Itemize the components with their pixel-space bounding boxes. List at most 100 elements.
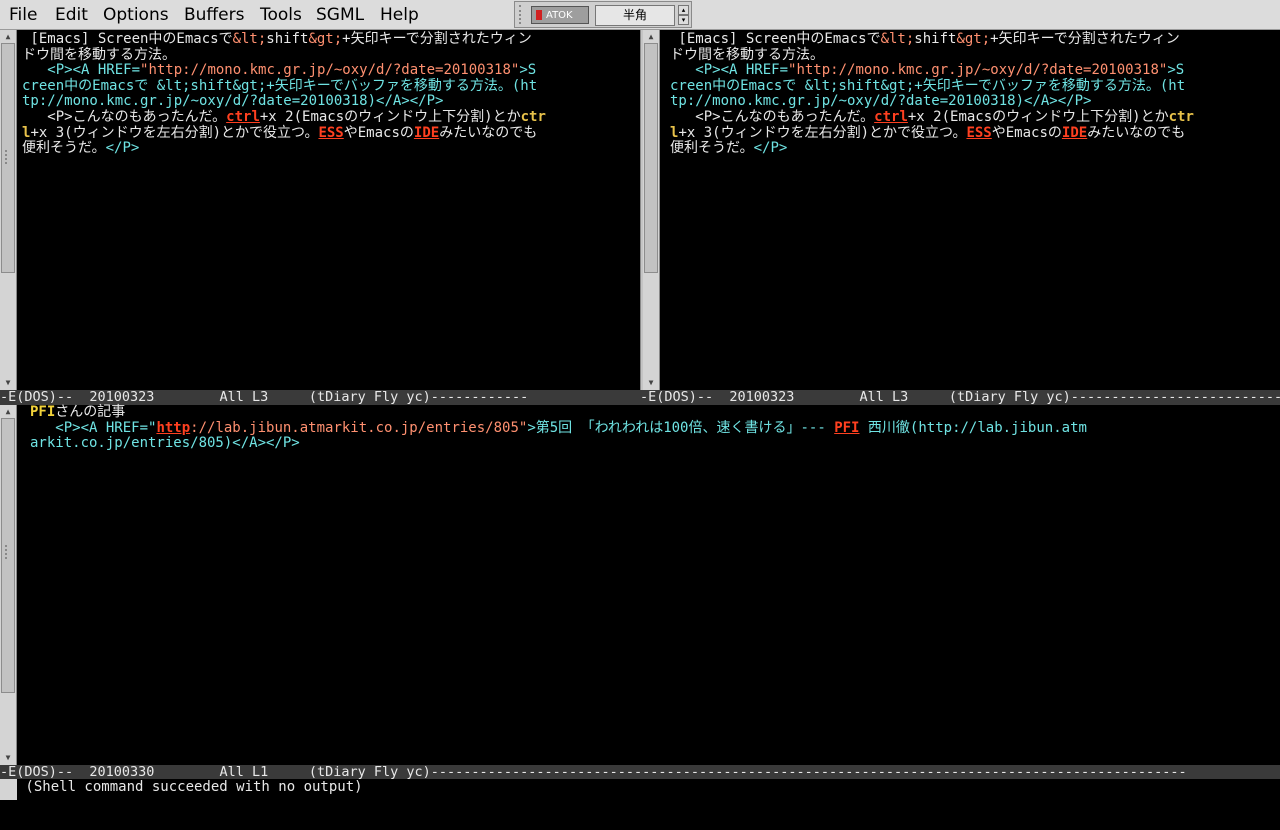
buffer-line: 便利そうだ。</P>	[22, 140, 627, 157]
text-run: <P><A HREF="	[30, 419, 157, 436]
text-run: 便利そうだ。	[670, 140, 754, 157]
menu-buffers[interactable]: Buffers	[184, 5, 244, 25]
text-run: ://lab.jibun.atmarkit.co.jp/entries/805"	[190, 419, 528, 436]
input-mode-button[interactable]: 半角	[595, 5, 675, 26]
buffer-line: tp://mono.kmc.gr.jp/~oxy/d/?date=2010031…	[22, 94, 627, 110]
text-run: <P>こんなのもあったんだ。	[670, 108, 875, 125]
menu-edit[interactable]: Edit	[55, 5, 88, 25]
text-run: +x 2(Emacsのウィンドウ上下分割)とか	[907, 108, 1169, 125]
top-left-buffer-text[interactable]: [Emacs] Screen中のEmacsで&lt;shift&gt;+矢印キー…	[22, 31, 627, 157]
text-run: ctrl	[226, 108, 260, 125]
text-run: +x 2(Emacsのウィンドウ上下分割)とか	[259, 108, 521, 125]
buffer-line: l+x 3(ウィンドウを左右分割)とかで役立つ。ESSやEmacsのIDEみたい…	[22, 124, 627, 142]
top-right-modeline: -E(DOS)-- 20100323 All L3 (tDiary Fly yc…	[640, 390, 1280, 405]
text-run	[22, 62, 47, 78]
buffer-line: ドウ間を移動する方法。	[22, 47, 627, 64]
top-right-scrollbar[interactable]: ▲ ▼	[643, 30, 660, 390]
atok-button[interactable]: ATOK	[531, 6, 589, 24]
menu-sgml[interactable]: SGML	[316, 5, 364, 25]
text-run: 便利そうだ。	[22, 140, 106, 157]
text-run: <P>こんなのもあったんだ。	[22, 108, 227, 125]
text-run: PFI	[834, 419, 860, 436]
text-run: >第5回 「われわれは100倍、速く書ける」---	[527, 419, 835, 436]
input-method-panel: ATOK 半角 ▴ ▾	[514, 1, 692, 28]
scrollbar-thumb[interactable]	[644, 43, 658, 273]
atok-logo-icon	[536, 10, 542, 20]
text-run: >S	[1167, 62, 1185, 79]
text-run: さんの記事	[55, 404, 126, 420]
text-run: tp://mono.kmc.gr.jp/~oxy/d/?date=2010031…	[670, 93, 1025, 110]
text-run: ctr	[1168, 108, 1194, 125]
text-run: やEmacsの	[991, 124, 1062, 141]
text-run: やEmacsの	[343, 124, 414, 141]
menu-bar: File Edit Options Buffers Tools SGML Hel…	[0, 0, 1280, 30]
menu-help[interactable]: Help	[380, 5, 419, 25]
bottom-modeline: -E(DOS)-- 20100330 All L1 (tDiary Fly yc…	[0, 765, 1280, 780]
menu-options[interactable]: Options	[103, 5, 169, 25]
scroll-down-icon[interactable]: ▼	[0, 751, 16, 764]
scroll-up-icon[interactable]: ▲	[0, 405, 16, 418]
buffer-line: arkit.co.jp/entries/805)</A></P>	[30, 435, 1270, 452]
buffer-line: PFIさんの記事	[30, 404, 1270, 421]
buffer-line: <P>こんなのもあったんだ。ctrl+x 2(Emacsのウィンドウ上下分割)と…	[22, 108, 627, 126]
buffer-line: <P>こんなのもあったんだ。ctrl+x 2(Emacsのウィンドウ上下分割)と…	[670, 108, 1270, 126]
buffer-line: tp://mono.kmc.gr.jp/~oxy/d/?date=2010031…	[670, 94, 1270, 110]
buffer-line: creen中のEmacsで &lt;shift&gt;+矢印キーでバッファを移動…	[670, 78, 1270, 95]
buffer-line: 便利そうだ。</P>	[670, 140, 1270, 157]
drag-handle-icon[interactable]	[519, 5, 527, 24]
minibuffer-scrollbar	[0, 779, 17, 800]
minibuffer-message: (Shell command succeeded with no output)	[17, 779, 363, 795]
scroll-down-icon[interactable]: ▼	[643, 376, 659, 389]
text-run: creen中のEmacsで &lt;shift&gt;+矢印キーでバッファを移動…	[22, 77, 538, 94]
text-run: <P><A HREF=	[47, 62, 141, 79]
text-run: </A></P>	[376, 93, 444, 110]
top-right-buffer-text[interactable]: [Emacs] Screen中のEmacsで&lt;shift&gt;+矢印キー…	[670, 31, 1270, 157]
chevron-down-icon[interactable]: ▾	[678, 15, 689, 25]
text-run: >S	[519, 62, 537, 79]
bottom-scrollbar[interactable]: ▲ ▼	[0, 405, 17, 765]
scroll-up-icon[interactable]: ▲	[643, 30, 659, 43]
text-run: ドウ間を移動する方法。	[670, 46, 824, 63]
text-run: </P>	[105, 140, 140, 157]
menu-tools[interactable]: Tools	[260, 5, 302, 25]
bottom-buffer-text[interactable]: PFIさんの記事 <P><A HREF="http://lab.jibun.at…	[30, 404, 1270, 452]
top-left-window[interactable]: ▲ ▼ [Emacs] Screen中のEmacsで&lt;shift&gt;+…	[0, 30, 640, 390]
text-run: ctrl	[874, 108, 908, 125]
scroll-up-icon[interactable]: ▲	[0, 30, 16, 43]
text-run: shift	[914, 31, 957, 47]
text-run: </P>	[753, 140, 788, 157]
text-run: </A></P>	[1024, 93, 1092, 110]
top-left-scrollbar[interactable]: ▲ ▼	[0, 30, 17, 390]
buffer-line: creen中のEmacsで &lt;shift&gt;+矢印キーでバッファを移動…	[22, 77, 627, 95]
buffer-line: [Emacs] Screen中のEmacsで&lt;shift&gt;+矢印キー…	[22, 31, 627, 48]
scroll-down-icon[interactable]: ▼	[0, 376, 16, 389]
text-run: PFI	[30, 404, 56, 420]
text-run: shift	[266, 31, 309, 47]
bottom-window[interactable]: ▲ ▼ PFIさんの記事 <P><A HREF="http://lab.jibu…	[0, 404, 1280, 765]
top-right-window[interactable]: ▲ ▼ [Emacs] Screen中のEmacsで&lt;shift&gt;+…	[643, 30, 1280, 390]
text-run: "http://mono.kmc.gr.jp/~oxy/d/?date=2010…	[788, 62, 1168, 79]
menu-file[interactable]: File	[9, 5, 37, 25]
buffer-line: <P><A HREF="http://mono.kmc.gr.jp/~oxy/d…	[670, 62, 1270, 79]
scroll-grip-icon	[5, 545, 13, 559]
chevron-up-icon[interactable]: ▴	[678, 5, 689, 15]
buffer-line: ドウ間を移動する方法。	[670, 46, 1270, 64]
buffer-line: [Emacs] Screen中のEmacsで&lt;shift&gt;+矢印キー…	[670, 31, 1270, 48]
text-run: ESS	[318, 124, 344, 141]
text-run: +x 3(ウィンドウを左右分割)とかで役立つ。	[678, 124, 967, 141]
buffer-line: <P><A HREF="http://lab.jibun.atmarkit.co…	[30, 419, 1270, 437]
input-method-spinner[interactable]: ▴ ▾	[678, 5, 689, 26]
text-run: [Emacs] Screen中のEmacsで	[670, 31, 881, 47]
text-run: [Emacs] Screen中のEmacsで	[22, 31, 233, 47]
text-run: arkit.co.jp/entries/805)</A></P>	[30, 435, 300, 452]
text-run: IDE	[413, 124, 440, 141]
scroll-grip-icon	[5, 150, 13, 164]
buffer-line: l+x 3(ウィンドウを左右分割)とかで役立つ。ESSやEmacsのIDEみたい…	[670, 124, 1270, 142]
text-run: みたいなのでも	[1087, 124, 1186, 141]
text-run: +矢印キーで分割されたウィン	[990, 31, 1180, 47]
text-run: ESS	[966, 124, 992, 141]
minibuffer[interactable]: (Shell command succeeded with no output)	[0, 779, 1280, 800]
text-run: 西川徹(http://lab.jibun.atm	[859, 419, 1087, 436]
text-run: &lt;	[880, 31, 915, 47]
text-run	[670, 62, 695, 78]
